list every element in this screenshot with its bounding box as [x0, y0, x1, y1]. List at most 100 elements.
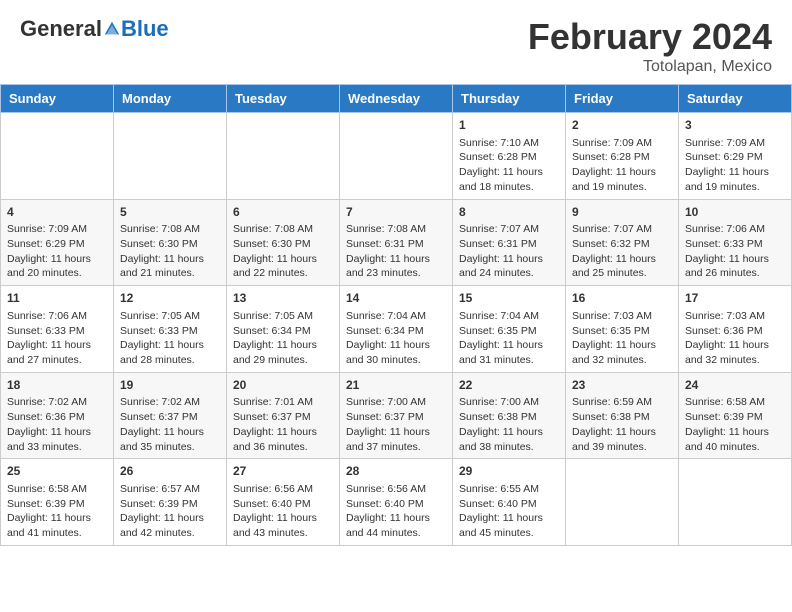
location-title: Totolapan, Mexico: [528, 58, 772, 76]
calendar-cell: 22Sunrise: 7:00 AMSunset: 6:38 PMDayligh…: [453, 372, 566, 459]
calendar-cell: 18Sunrise: 7:02 AMSunset: 6:36 PMDayligh…: [1, 372, 114, 459]
cell-content: 11Sunrise: 7:06 AMSunset: 6:33 PMDayligh…: [7, 290, 107, 368]
day-number: 3: [685, 117, 785, 134]
day-info: Daylight: 11 hours and 39 minutes.: [572, 425, 672, 454]
day-number: 19: [120, 377, 220, 394]
title-block: February 2024 Totolapan, Mexico: [528, 16, 772, 76]
day-info: Sunset: 6:28 PM: [572, 150, 672, 165]
day-info: Sunrise: 7:08 AM: [346, 222, 446, 237]
cell-content: 1Sunrise: 7:10 AMSunset: 6:28 PMDaylight…: [459, 117, 559, 195]
dow-header-friday: Friday: [566, 85, 679, 113]
cell-content: 4Sunrise: 7:09 AMSunset: 6:29 PMDaylight…: [7, 204, 107, 282]
day-info: Daylight: 11 hours and 40 minutes.: [685, 425, 785, 454]
calendar-cell: [227, 113, 340, 200]
cell-content: 19Sunrise: 7:02 AMSunset: 6:37 PMDayligh…: [120, 377, 220, 455]
cell-content: 14Sunrise: 7:04 AMSunset: 6:34 PMDayligh…: [346, 290, 446, 368]
dow-header-sunday: Sunday: [1, 85, 114, 113]
day-number: 4: [7, 204, 107, 221]
day-number: 12: [120, 290, 220, 307]
cell-content: 18Sunrise: 7:02 AMSunset: 6:36 PMDayligh…: [7, 377, 107, 455]
calendar-cell: 25Sunrise: 6:58 AMSunset: 6:39 PMDayligh…: [1, 459, 114, 546]
cell-content: 12Sunrise: 7:05 AMSunset: 6:33 PMDayligh…: [120, 290, 220, 368]
calendar-cell: [1, 113, 114, 200]
dow-header-monday: Monday: [114, 85, 227, 113]
cell-content: 6Sunrise: 7:08 AMSunset: 6:30 PMDaylight…: [233, 204, 333, 282]
day-info: Sunset: 6:31 PM: [459, 237, 559, 252]
cell-content: 21Sunrise: 7:00 AMSunset: 6:37 PMDayligh…: [346, 377, 446, 455]
calendar-cell: 13Sunrise: 7:05 AMSunset: 6:34 PMDayligh…: [227, 286, 340, 373]
day-number: 8: [459, 204, 559, 221]
calendar-cell: 11Sunrise: 7:06 AMSunset: 6:33 PMDayligh…: [1, 286, 114, 373]
day-number: 22: [459, 377, 559, 394]
day-info: Sunset: 6:32 PM: [572, 237, 672, 252]
calendar-cell: [340, 113, 453, 200]
calendar-cell: 3Sunrise: 7:09 AMSunset: 6:29 PMDaylight…: [679, 113, 792, 200]
day-info: Sunrise: 7:09 AM: [572, 136, 672, 151]
day-info: Sunrise: 7:07 AM: [572, 222, 672, 237]
day-info: Daylight: 11 hours and 44 minutes.: [346, 511, 446, 540]
day-info: Sunset: 6:34 PM: [346, 324, 446, 339]
day-info: Sunrise: 7:00 AM: [459, 395, 559, 410]
day-info: Daylight: 11 hours and 24 minutes.: [459, 252, 559, 281]
cell-content: 7Sunrise: 7:08 AMSunset: 6:31 PMDaylight…: [346, 204, 446, 282]
day-info: Sunrise: 7:02 AM: [7, 395, 107, 410]
day-info: Daylight: 11 hours and 37 minutes.: [346, 425, 446, 454]
cell-content: 13Sunrise: 7:05 AMSunset: 6:34 PMDayligh…: [233, 290, 333, 368]
cell-content: 16Sunrise: 7:03 AMSunset: 6:35 PMDayligh…: [572, 290, 672, 368]
day-info: Sunrise: 7:08 AM: [120, 222, 220, 237]
day-info: Daylight: 11 hours and 45 minutes.: [459, 511, 559, 540]
day-info: Daylight: 11 hours and 18 minutes.: [459, 165, 559, 194]
day-info: Sunrise: 7:04 AM: [459, 309, 559, 324]
day-info: Sunrise: 7:04 AM: [346, 309, 446, 324]
day-info: Sunset: 6:30 PM: [233, 237, 333, 252]
day-number: 7: [346, 204, 446, 221]
day-number: 23: [572, 377, 672, 394]
day-info: Sunset: 6:37 PM: [233, 410, 333, 425]
cell-content: 26Sunrise: 6:57 AMSunset: 6:39 PMDayligh…: [120, 463, 220, 541]
day-info: Sunrise: 7:05 AM: [233, 309, 333, 324]
day-number: 29: [459, 463, 559, 480]
day-info: Daylight: 11 hours and 36 minutes.: [233, 425, 333, 454]
cell-content: 29Sunrise: 6:55 AMSunset: 6:40 PMDayligh…: [459, 463, 559, 541]
day-info: Daylight: 11 hours and 30 minutes.: [346, 338, 446, 367]
logo-blue-text: Blue: [121, 16, 169, 42]
cell-content: 10Sunrise: 7:06 AMSunset: 6:33 PMDayligh…: [685, 204, 785, 282]
calendar-cell: [566, 459, 679, 546]
day-number: 27: [233, 463, 333, 480]
calendar-table: SundayMondayTuesdayWednesdayThursdayFrid…: [0, 84, 792, 546]
day-number: 6: [233, 204, 333, 221]
day-info: Sunrise: 7:06 AM: [7, 309, 107, 324]
day-number: 16: [572, 290, 672, 307]
day-info: Sunrise: 7:06 AM: [685, 222, 785, 237]
day-number: 5: [120, 204, 220, 221]
day-info: Daylight: 11 hours and 43 minutes.: [233, 511, 333, 540]
day-info: Sunrise: 7:07 AM: [459, 222, 559, 237]
calendar-cell: [114, 113, 227, 200]
calendar-cell: 23Sunrise: 6:59 AMSunset: 6:38 PMDayligh…: [566, 372, 679, 459]
day-info: Sunset: 6:34 PM: [233, 324, 333, 339]
day-info: Daylight: 11 hours and 19 minutes.: [572, 165, 672, 194]
day-info: Daylight: 11 hours and 20 minutes.: [7, 252, 107, 281]
day-info: Daylight: 11 hours and 23 minutes.: [346, 252, 446, 281]
day-info: Sunrise: 7:03 AM: [685, 309, 785, 324]
day-info: Daylight: 11 hours and 19 minutes.: [685, 165, 785, 194]
day-info: Sunset: 6:40 PM: [233, 497, 333, 512]
calendar-cell: 20Sunrise: 7:01 AMSunset: 6:37 PMDayligh…: [227, 372, 340, 459]
day-number: 20: [233, 377, 333, 394]
cell-content: 23Sunrise: 6:59 AMSunset: 6:38 PMDayligh…: [572, 377, 672, 455]
day-number: 2: [572, 117, 672, 134]
day-info: Sunrise: 6:56 AM: [233, 482, 333, 497]
cell-content: 8Sunrise: 7:07 AMSunset: 6:31 PMDaylight…: [459, 204, 559, 282]
dow-header-wednesday: Wednesday: [340, 85, 453, 113]
day-info: Sunset: 6:31 PM: [346, 237, 446, 252]
calendar-cell: 17Sunrise: 7:03 AMSunset: 6:36 PMDayligh…: [679, 286, 792, 373]
day-info: Sunrise: 7:02 AM: [120, 395, 220, 410]
day-info: Sunset: 6:28 PM: [459, 150, 559, 165]
calendar-cell: 2 Sunrise: 7:09 AMSunset: 6:28 PMDaylight…: [566, 113, 679, 200]
day-info: Sunrise: 7:01 AM: [233, 395, 333, 410]
calendar-cell: 4Sunrise: 7:09 AMSunset: 6:29 PMDaylight…: [1, 199, 114, 286]
calendar-cell: 7Sunrise: 7:08 AMSunset: 6:31 PMDaylight…: [340, 199, 453, 286]
month-title: February 2024: [528, 16, 772, 58]
day-info: Sunrise: 7:09 AM: [685, 136, 785, 151]
cell-content: 28Sunrise: 6:56 AMSunset: 6:40 PMDayligh…: [346, 463, 446, 541]
